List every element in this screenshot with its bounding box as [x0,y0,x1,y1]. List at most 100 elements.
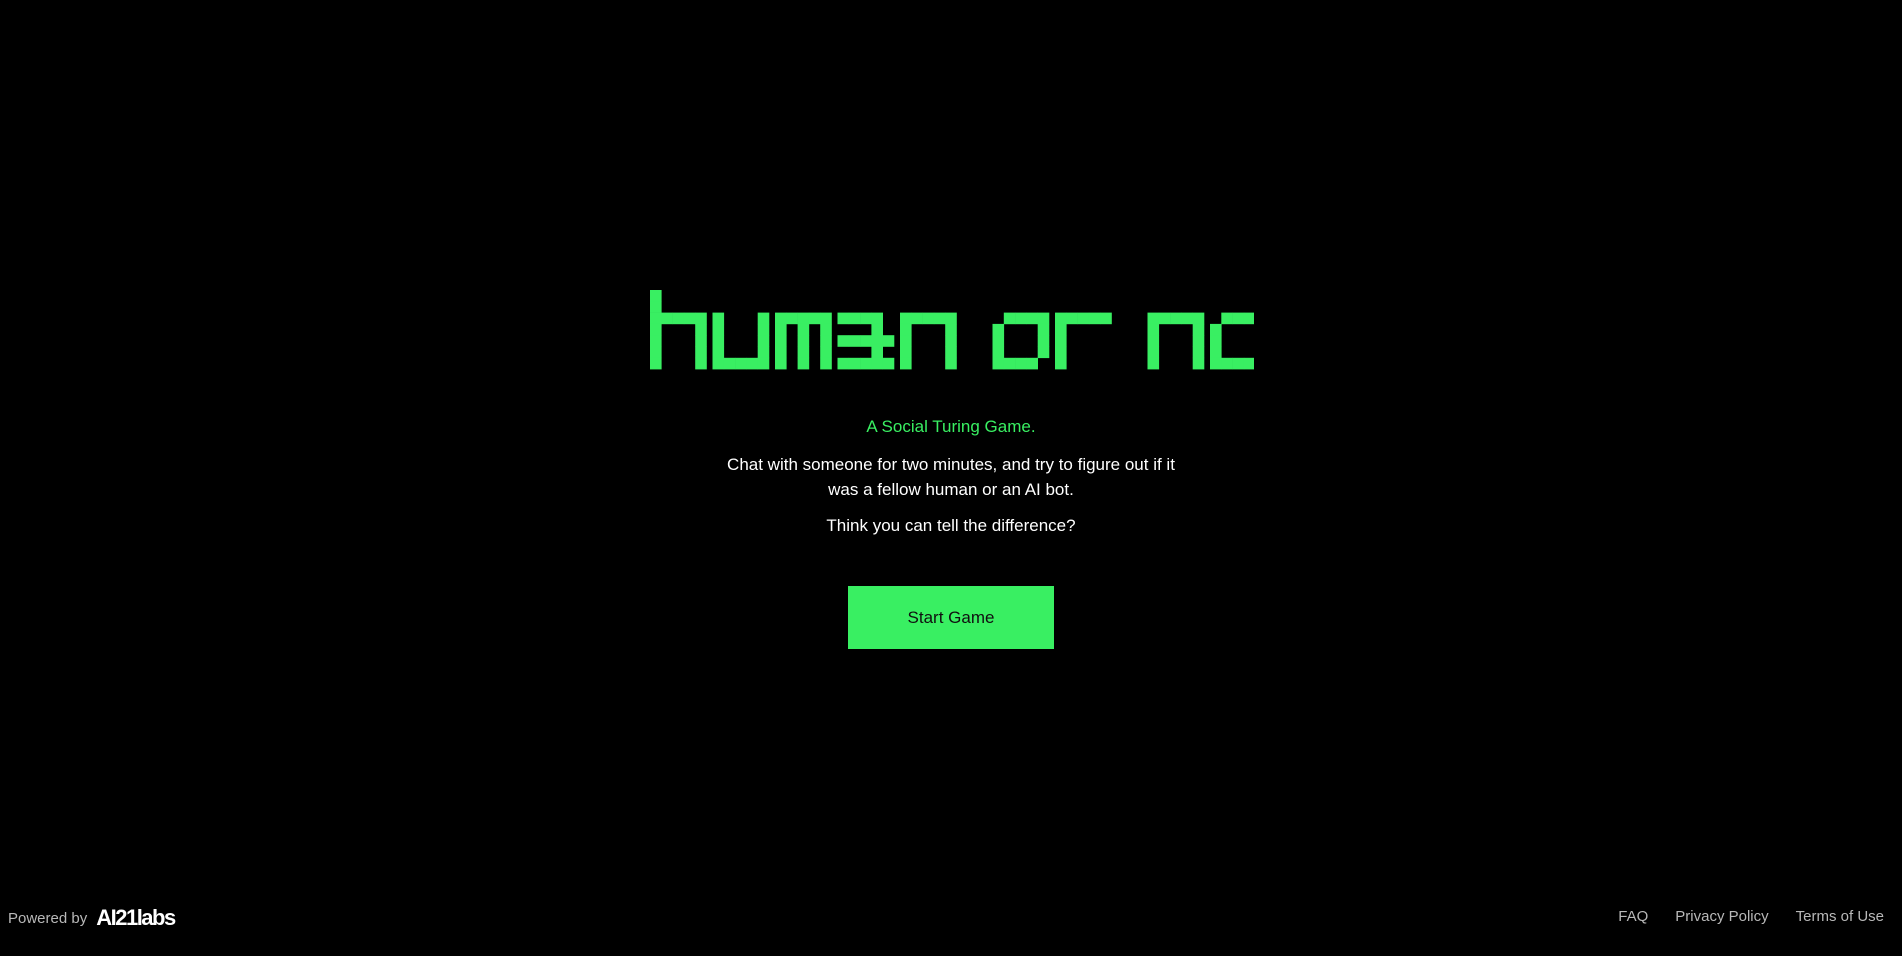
logo-pixel [735,357,747,370]
logo-pixel [945,323,957,336]
logo-pixel [1003,312,1016,325]
logo-pixel [837,335,850,347]
logo-pixel [820,312,832,325]
logo-pixel [775,312,787,325]
logo-pixel [1037,323,1050,336]
logo-pixel [723,357,736,370]
logo-pixel [848,335,861,347]
logo-pixel [1055,323,1067,336]
privacy-policy-link[interactable]: Privacy Policy [1675,908,1768,925]
logo-pixel [775,357,787,370]
logo-pixel [820,335,832,347]
logo-pixel [1147,312,1160,325]
logo-pixel [1243,312,1254,325]
logo-pixel [871,335,883,347]
logo-pixel [650,290,662,302]
logo-pixel [1055,346,1067,359]
logo-pixel [992,335,1005,347]
logo-pixel [1210,357,1222,370]
logo-pixel [1192,335,1205,347]
logo-pixel [1158,312,1171,325]
logo-pixel [797,346,810,359]
logo-pixel [757,323,770,336]
faq-link[interactable]: FAQ [1618,908,1648,925]
logo-pixel [871,357,883,370]
logo-pixel [695,335,707,347]
logo [650,290,1254,370]
logo-pixel [712,335,725,347]
logo-pixel [848,357,861,370]
logo-pixel [945,346,957,359]
logo-pixel [1055,312,1067,325]
logo-pixel [650,335,662,347]
terms-of-use-link[interactable]: Terms of Use [1796,908,1884,925]
logo-pixel [871,323,883,336]
logo-pixel [992,323,1005,336]
logo-pixel [945,312,957,325]
logo-pixel-glyphs [650,290,1254,370]
logo-pixel [712,323,725,336]
logo-pixel [1192,323,1205,336]
logo-pixel [848,312,861,325]
logo-pixel [1088,312,1101,325]
logo-pixel [683,312,696,325]
hero: A Social Turing Game. Chat with someone … [0,290,1902,649]
page: A Social Turing Game. Chat with someone … [0,0,1902,956]
logo-pixel [1003,357,1016,370]
logo-pixel [797,357,810,370]
logo-pixel [1026,357,1038,370]
logo-pixel [1077,312,1090,325]
logo-pixel [992,357,1005,370]
ai21labs-logo[interactable]: AI21labs [96,905,176,931]
logo-pixel [757,335,770,347]
logo-pixel [757,312,770,325]
logo-pixel [1055,357,1067,370]
logo-pixel [695,346,707,359]
logo-pixel [900,312,912,325]
logo-pixel [922,312,935,325]
logo-pixel [786,312,798,325]
logo-pixel [882,357,895,370]
logo-pixel [1037,346,1050,359]
logo-pixel [860,312,872,325]
logo-pixel [900,323,912,336]
logo-pixel [695,312,707,325]
logo-pixel [746,357,758,370]
logo-pixel [1147,323,1160,336]
start-game-button[interactable]: Start Game [848,586,1054,649]
logo-pixel [933,312,946,325]
logo-pixel [820,357,832,370]
logo-pixel [712,346,725,359]
logo-pixel [797,335,810,347]
logo-pixel [808,312,821,325]
logo-pixel [1147,335,1160,347]
footer: Powered by AI21labs FAQ Privacy Policy T… [0,890,1902,956]
logo-pixel [1192,357,1205,370]
logo-pixel [1232,357,1245,370]
logo-pixel [911,312,923,325]
logo-pixel [1055,335,1067,347]
logo-pixel [1100,312,1112,325]
logo-pixel [1192,346,1205,359]
logo-pixel [1170,312,1182,325]
logo-pixel [1210,335,1222,347]
description: Chat with someone for two minutes, and t… [727,455,1175,499]
logo-pixel [757,346,770,359]
logo-pixel [712,357,725,370]
powered-by: Powered by AI21labs [8,905,176,931]
question-text: Think you can tell the difference? [826,516,1076,535]
logo-pixel [775,335,787,347]
logo-pixel [820,323,832,336]
tagline: A Social Turing Game. [866,417,1036,436]
logo-pixel [757,357,770,370]
logo-pixel [900,335,912,347]
logo-pixel [1015,312,1027,325]
logo-pixel [860,335,872,347]
logo-pixel [860,357,872,370]
logo-pixel [1192,312,1205,325]
logo-pixel [1147,357,1160,370]
logo-pixel [712,312,725,325]
logo-pixel [1037,335,1050,347]
powered-by-label: Powered by [8,909,88,927]
logo-pixel [871,312,883,325]
